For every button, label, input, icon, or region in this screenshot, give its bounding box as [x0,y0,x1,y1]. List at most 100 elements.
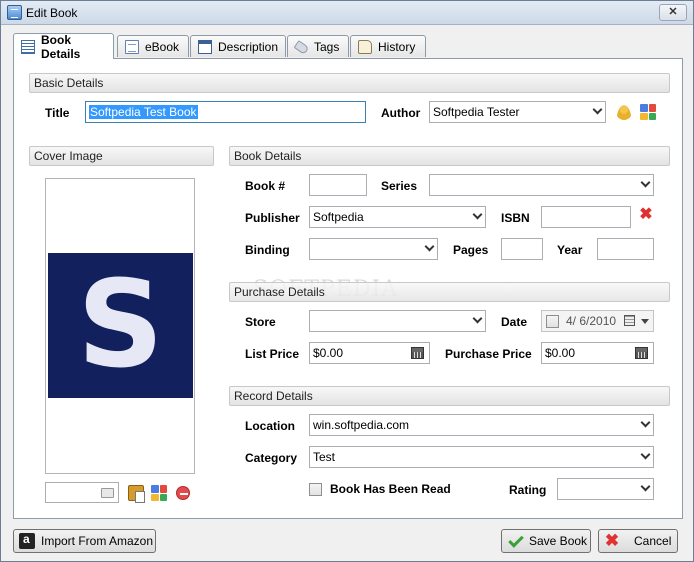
tab-label: eBook [145,39,180,54]
purchase-price-value: $0.00 [545,346,576,360]
close-button[interactable]: ✕ [659,4,687,21]
date-label: Date [501,315,528,329]
folder-icon [101,488,114,498]
author-select[interactable]: Softpedia Tester [429,101,606,123]
cover-image-header: Cover Image [29,146,214,166]
import-label: Import From Amazon [41,534,154,548]
chevron-down-icon [424,241,435,252]
location-value: win.softpedia.com [313,418,410,432]
save-book-button[interactable]: Save Book [501,529,591,553]
book-read-label: Book Has Been Read [330,482,451,496]
google-image-search-icon[interactable] [151,485,167,501]
cover-image-frame[interactable]: S [45,178,195,474]
paste-icon[interactable] [128,485,145,503]
import-from-amazon-button[interactable]: Import From Amazon [13,529,156,553]
cover-file-input[interactable] [45,482,119,503]
binding-select[interactable] [309,238,438,260]
google-search-icon[interactable] [640,104,656,120]
app-icon [7,5,22,20]
date-picker[interactable]: 4/ 6/2010 [541,310,654,332]
year-input[interactable] [597,238,654,260]
tag-icon [293,40,310,55]
date-value: 4/ 6/2010 [566,314,617,328]
grid-icon [21,39,35,54]
chevron-down-icon [640,177,651,188]
calendar-icon [624,315,635,326]
chevron-down-icon [592,104,603,115]
tab-book-details[interactable]: Book Details [13,32,114,61]
binding-label: Binding [245,243,290,257]
chevron-down-icon [472,313,483,324]
author-label: Author [381,106,421,120]
list-price-value: $0.00 [313,346,344,360]
date-enable-checkbox[interactable] [546,315,559,328]
cover-image-letter: S [77,255,164,395]
clear-isbn-icon[interactable]: ✖ [638,207,654,223]
basic-details-header: Basic Details [29,73,670,93]
book-read-checkbox[interactable] [309,483,322,496]
book-number-label: Book # [245,179,286,193]
store-label: Store [245,315,276,329]
book-number-input[interactable] [309,174,367,196]
description-icon [198,39,212,54]
category-label: Category [245,451,298,465]
publisher-label: Publisher [245,211,300,225]
purchase-price-label: Purchase Price [445,347,532,361]
amazon-icon [19,532,35,549]
calculator-icon[interactable] [411,347,424,359]
tab-label: Tags [314,39,340,54]
chevron-down-icon [472,209,483,220]
cancel-label: Cancel [634,534,672,548]
publisher-select[interactable]: Softpedia [309,206,486,228]
category-value: Test [313,450,336,464]
document-icon [125,39,139,54]
pages-input[interactable] [501,238,543,260]
tab-label: History [378,39,416,54]
tab-ebook[interactable]: eBook [117,35,189,57]
author-value: Softpedia Tester [433,105,520,119]
category-select[interactable]: Test [309,446,654,468]
tab-label: Description [218,39,279,54]
isbn-input[interactable] [541,206,631,228]
title-label: Title [45,106,70,120]
rating-label: Rating [509,483,547,497]
chevron-down-icon [640,481,651,492]
tab-history[interactable]: History [350,35,426,57]
pages-label: Pages [453,243,489,257]
location-label: Location [245,419,295,433]
edit-book-window: Edit Book ✕ Book Details eBook Descripti… [0,0,694,562]
save-label: Save Book [529,534,588,548]
chevron-down-icon [640,417,651,428]
title-value: Softpedia Test Book [89,105,198,119]
person-icon[interactable] [616,104,632,120]
close-icon: ✖ [604,531,620,550]
list-price-input[interactable]: $0.00 [309,342,430,364]
chevron-down-icon [640,449,651,460]
series-select[interactable] [429,174,654,196]
series-label: Series [381,179,418,193]
cancel-button[interactable]: ✖ Cancel [598,529,678,553]
store-select[interactable] [309,310,486,332]
window-title: Edit Book [26,6,78,20]
location-select[interactable]: win.softpedia.com [309,414,654,436]
purchase-details-header: Purchase Details [229,282,670,302]
tab-tags[interactable]: Tags [287,35,349,57]
publisher-value: Softpedia [313,210,364,224]
remove-cover-icon[interactable] [176,486,190,500]
calculator-icon[interactable] [635,347,648,359]
checkmark-icon [507,533,523,549]
caret-down-icon [641,319,649,324]
title-bar: Edit Book ✕ [1,1,693,25]
title-input[interactable]: Softpedia Test Book [85,101,366,123]
rating-select[interactable] [557,478,654,500]
cover-image: S [48,253,193,398]
record-details-header: Record Details [229,386,670,406]
year-label: Year [557,243,583,257]
tab-description[interactable]: Description [190,35,286,57]
tab-label: Book Details [41,32,81,61]
list-price-label: List Price [245,347,300,361]
book-details-header: Book Details [229,146,670,166]
scroll-icon [358,39,372,54]
isbn-label: ISBN [501,211,530,225]
purchase-price-input[interactable]: $0.00 [541,342,654,364]
